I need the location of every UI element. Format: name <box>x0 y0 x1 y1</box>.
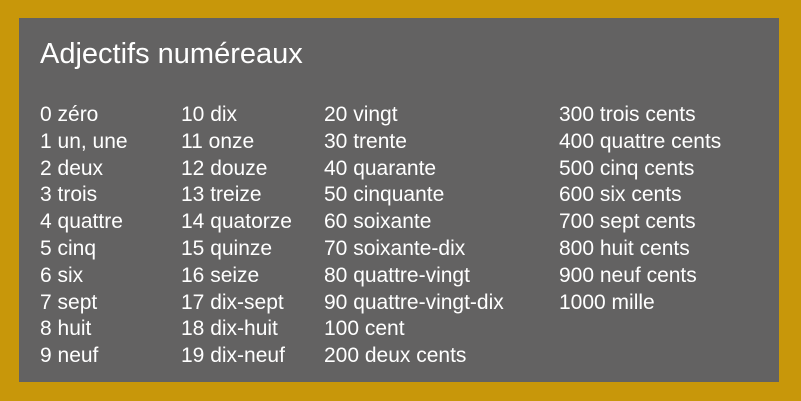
number-word-item: 700 sept cents <box>559 210 696 234</box>
number-word-item: 200 deux cents <box>324 344 467 368</box>
numbers-column-0-9: 0 zéro 1 un, une 2 deux 3 trois 4 quattre 5 c… <box>40 102 128 370</box>
number-word-item: 18 dix-huit <box>181 317 278 341</box>
number-word-item: 11 onze <box>181 129 255 153</box>
number-word-item: 30 trente <box>324 129 407 153</box>
numbers-column-10-19: 10 dix 11 onze 12 douze 13 treize 14 quatorz… <box>181 102 292 370</box>
number-word-item: 5 cinq <box>40 236 97 260</box>
number-word-item: 15 quinze <box>181 236 273 260</box>
number-word-item: 12 douze <box>181 156 268 180</box>
number-word-item: 600 six cents <box>559 183 682 207</box>
number-word-item: 100 cent <box>324 317 405 341</box>
number-word-item: 500 cinq cents <box>559 156 695 180</box>
number-word-item: 40 quarante <box>324 156 437 180</box>
number-word-item: 4 quattre <box>40 210 123 234</box>
number-word-item: 2 deux <box>40 156 104 180</box>
number-word-item: 16 seize <box>181 263 260 287</box>
number-word-item: 17 dix-sept <box>181 290 284 314</box>
number-word-item: 20 vingt <box>324 103 398 126</box>
number-word-item: 1 un, une <box>40 129 128 153</box>
number-word-item: 13 treize <box>181 183 262 207</box>
number-word-item: 6 six <box>40 263 84 287</box>
number-word-item: 8 huit <box>40 317 92 341</box>
number-word-item: 14 quatorze <box>181 210 292 234</box>
number-word-item: 0 zéro <box>40 103 99 126</box>
board-title: Adjectifs numéreaux <box>40 38 303 70</box>
number-word-item: 90 quattre-vingt-dix <box>324 290 504 314</box>
numbers-column-tens: 20 vingt 30 trente 40 quarante 50 cinquante… <box>324 102 504 370</box>
number-word-item: 19 dix-neuf <box>181 344 285 368</box>
number-word-item: 50 cinquante <box>324 183 445 207</box>
number-word-item: 900 neuf cents <box>559 263 697 287</box>
chalkboard: Adjectifs numéreaux 0 zéro 1 un, une 2 deu… <box>19 18 779 382</box>
number-word-item: 800 huit cents <box>559 236 690 260</box>
number-word-item: 3 trois <box>40 183 98 207</box>
number-word-item: 60 soixante <box>324 210 432 234</box>
board-frame: Adjectifs numéreaux 0 zéro 1 un, une 2 deu… <box>0 0 801 401</box>
number-word-item: 1000 mille <box>559 290 655 314</box>
number-word-item: 300 trois cents <box>559 103 696 126</box>
number-word-item: 70 soixante-dix <box>324 236 466 260</box>
number-word-item: 10 dix <box>181 103 238 126</box>
number-word-item: 400 quattre cents <box>559 129 722 153</box>
number-word-item: 80 quattre-vingt <box>324 263 470 287</box>
number-word-item: 9 neuf <box>40 344 99 368</box>
number-word-item: 7 sept <box>40 290 98 314</box>
numbers-column-hundreds: 300 trois cents 400 quattre cents 500 cinq… <box>559 102 721 316</box>
